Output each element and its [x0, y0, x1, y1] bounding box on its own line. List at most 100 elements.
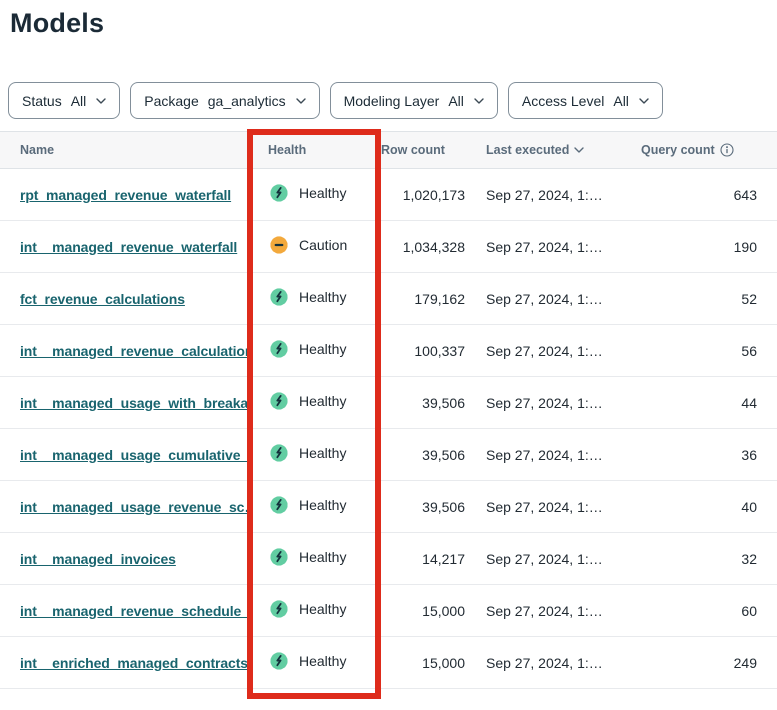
health-label: Healthy: [299, 549, 346, 565]
model-name-link[interactable]: int__managed_usage_revenue_sc…: [20, 499, 247, 515]
model-name-link[interactable]: int__managed_revenue_waterfall: [20, 239, 237, 255]
health-badge: Healthy: [268, 598, 346, 620]
models-table-body: rpt_managed_revenue_waterfall Healthy: [0, 169, 777, 689]
health-label: Healthy: [299, 341, 346, 357]
health-badge: Healthy: [268, 286, 346, 308]
row-count-cell: 1,034,328: [381, 221, 476, 273]
column-header-row-count: Row count: [381, 132, 476, 169]
filter-chip-status[interactable]: Status All: [8, 82, 120, 119]
models-table: Name Health Row count Last executed Quer…: [0, 131, 777, 689]
model-name-link[interactable]: fct_revenue_calculations: [20, 291, 185, 307]
health-status-icon: [268, 546, 290, 568]
health-status-icon: [268, 234, 290, 256]
column-header-last-executed[interactable]: Last executed: [476, 132, 641, 169]
table-row: int__managed_invoices Healthy: [0, 533, 777, 585]
row-count-cell: 39,506: [381, 377, 476, 429]
chevron-down-icon: [474, 98, 484, 104]
row-count-cell: 39,506: [381, 429, 476, 481]
row-count-cell: 15,000: [381, 637, 476, 689]
last-executed-cell: Sep 27, 2024, 1:…: [476, 429, 641, 481]
filter-chip-access-level[interactable]: Access Level All: [508, 82, 663, 119]
row-count-cell: 1,020,173: [381, 169, 476, 221]
last-executed-cell: Sep 27, 2024, 1:…: [476, 221, 641, 273]
filter-label: Package: [144, 93, 198, 109]
chevron-down-icon: [639, 98, 649, 104]
info-icon[interactable]: [720, 143, 734, 157]
filter-label: Modeling Layer: [344, 93, 440, 109]
table-row: int__managed_revenue_calculations Heal: [0, 325, 777, 377]
model-name-link[interactable]: int__managed_invoices: [20, 551, 176, 567]
filter-chip-modeling-layer[interactable]: Modeling Layer All: [330, 82, 498, 119]
health-status-icon: [268, 598, 290, 620]
chevron-down-icon: [296, 98, 306, 104]
query-count-cell: 44: [641, 377, 777, 429]
health-status-icon: [268, 182, 290, 204]
filter-chip-package[interactable]: Package ga_analytics: [130, 82, 319, 119]
health-badge: Healthy: [268, 546, 346, 568]
health-badge: Healthy: [268, 494, 346, 516]
model-name-link[interactable]: int__managed_usage_cumulative_…: [20, 447, 247, 463]
column-header-query-count: Query count: [641, 132, 777, 169]
filter-label: Access Level: [522, 93, 604, 109]
query-count-cell: 40: [641, 481, 777, 533]
last-executed-cell: Sep 27, 2024, 1:…: [476, 377, 641, 429]
table-row: int__managed_usage_revenue_sc… Healthy: [0, 481, 777, 533]
health-status-icon: [268, 338, 290, 360]
health-badge: Caution: [268, 234, 347, 256]
table-row: int__managed_usage_cumulative_… Health: [0, 429, 777, 481]
query-count-cell: 36: [641, 429, 777, 481]
health-badge: Healthy: [268, 390, 346, 412]
query-count-cell: 190: [641, 221, 777, 273]
row-count-cell: 39,506: [381, 481, 476, 533]
filters-bar: Status All Package ga_analytics Modeling…: [8, 82, 777, 119]
column-header-label: Query count: [641, 143, 715, 157]
health-label: Healthy: [299, 445, 346, 461]
query-count-cell: 249: [641, 637, 777, 689]
health-label: Healthy: [299, 393, 346, 409]
health-label: Healthy: [299, 289, 346, 305]
last-executed-cell: Sep 27, 2024, 1:…: [476, 533, 641, 585]
model-name-link[interactable]: rpt_managed_revenue_waterfall: [20, 187, 231, 203]
last-executed-cell: Sep 27, 2024, 1:…: [476, 481, 641, 533]
health-badge: Healthy: [268, 650, 346, 672]
column-header-label: Last executed: [486, 143, 569, 157]
column-header-name: Name: [0, 132, 247, 169]
filter-value: All: [613, 93, 629, 109]
health-label: Caution: [299, 237, 347, 253]
table-row: int__managed_usage_with_breaka… Health: [0, 377, 777, 429]
table-row: int__enriched_managed_contracts Health: [0, 637, 777, 689]
row-count-cell: 179,162: [381, 273, 476, 325]
filter-label: Status: [22, 93, 62, 109]
health-status-icon: [268, 650, 290, 672]
table-row: rpt_managed_revenue_waterfall Healthy: [0, 169, 777, 221]
health-label: Healthy: [299, 601, 346, 617]
health-status-icon: [268, 390, 290, 412]
health-label: Healthy: [299, 185, 346, 201]
row-count-cell: 15,000: [381, 585, 476, 637]
query-count-cell: 60: [641, 585, 777, 637]
table-row: fct_revenue_calculations Healthy: [0, 273, 777, 325]
model-name-link[interactable]: int__managed_revenue_calculations: [20, 343, 247, 359]
query-count-cell: 52: [641, 273, 777, 325]
health-status-icon: [268, 494, 290, 516]
row-count-cell: 14,217: [381, 533, 476, 585]
model-name-link[interactable]: int__enriched_managed_contracts: [20, 655, 247, 671]
health-badge: Healthy: [268, 182, 346, 204]
filter-value: All: [448, 93, 464, 109]
table-row: int__managed_revenue_waterfall Caution: [0, 221, 777, 273]
model-name-link[interactable]: int__managed_usage_with_breaka…: [20, 395, 247, 411]
last-executed-cell: Sep 27, 2024, 1:…: [476, 273, 641, 325]
last-executed-cell: Sep 27, 2024, 1:…: [476, 169, 641, 221]
query-count-cell: 32: [641, 533, 777, 585]
page-title: Models: [10, 7, 777, 40]
query-count-cell: 56: [641, 325, 777, 377]
last-executed-cell: Sep 27, 2024, 1:…: [476, 325, 641, 377]
chevron-down-icon: [96, 98, 106, 104]
health-label: Healthy: [299, 653, 346, 669]
health-badge: Healthy: [268, 442, 346, 464]
model-name-link[interactable]: int__managed_revenue_schedule_…: [20, 603, 247, 619]
last-executed-cell: Sep 27, 2024, 1:…: [476, 585, 641, 637]
last-executed-cell: Sep 27, 2024, 1:…: [476, 637, 641, 689]
table-row: int__managed_revenue_schedule_… Health: [0, 585, 777, 637]
column-header-health: Health: [247, 132, 381, 169]
